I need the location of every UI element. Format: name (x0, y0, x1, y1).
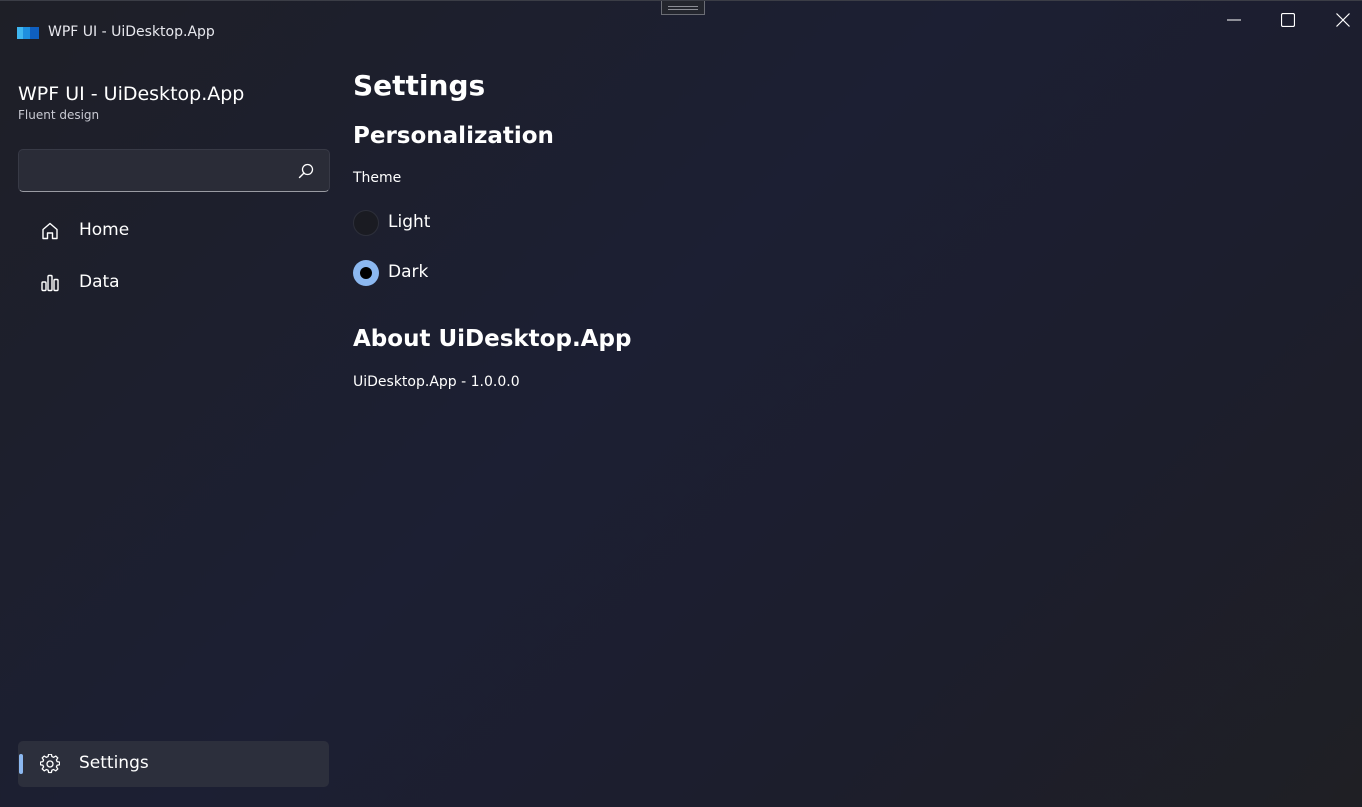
search-icon[interactable] (298, 163, 314, 179)
sidebar-item-label: Settings (79, 753, 149, 773)
sidebar-item-label: Home (79, 220, 130, 240)
sidebar-item-settings[interactable]: Settings (18, 741, 329, 787)
radio-circle[interactable] (353, 260, 379, 286)
maximize-button[interactable] (1261, 1, 1315, 39)
sidebar-item-home[interactable]: Home (18, 208, 329, 254)
close-icon (1336, 13, 1350, 27)
radio-label[interactable]: Light (388, 212, 430, 232)
sidebar-title: WPF UI - UiDesktop.App (18, 83, 245, 105)
theme-radio-dark[interactable]: Dark (353, 260, 433, 286)
search-input[interactable] (29, 150, 293, 193)
home-icon (42, 222, 58, 240)
close-button[interactable] (1316, 1, 1362, 39)
chart-icon (41, 274, 59, 292)
window-title: WPF UI - UiDesktop.App (48, 24, 215, 40)
sidebar-subtitle: Fluent design (18, 108, 100, 122)
sidebar-item-label: Data (79, 272, 120, 292)
version-text: UiDesktop.App - 1.0.0.0 (353, 374, 520, 390)
app-logo-icon (17, 27, 39, 39)
theme-radio-light[interactable]: Light (353, 210, 433, 236)
sidebar-item-data[interactable]: Data (18, 260, 329, 306)
search-box[interactable] (18, 149, 330, 193)
title-bar[interactable]: WPF UI - UiDesktop.App (0, 1, 1362, 63)
maximize-icon (1281, 13, 1295, 27)
page-title: Settings (353, 69, 486, 102)
radio-label[interactable]: Dark (388, 262, 428, 282)
app-window: WPF UI - UiDesktop.App WPF UI - UiDeskto… (0, 0, 1362, 807)
theme-label: Theme (353, 170, 402, 186)
about-heading: About UiDesktop.App (353, 326, 632, 352)
snap-handle[interactable] (661, 1, 705, 15)
active-indicator (19, 754, 23, 774)
personalization-heading: Personalization (353, 123, 554, 149)
minimize-icon (1227, 19, 1241, 21)
minimize-button[interactable] (1207, 1, 1261, 39)
gear-icon (40, 754, 60, 774)
radio-circle[interactable] (353, 210, 379, 236)
